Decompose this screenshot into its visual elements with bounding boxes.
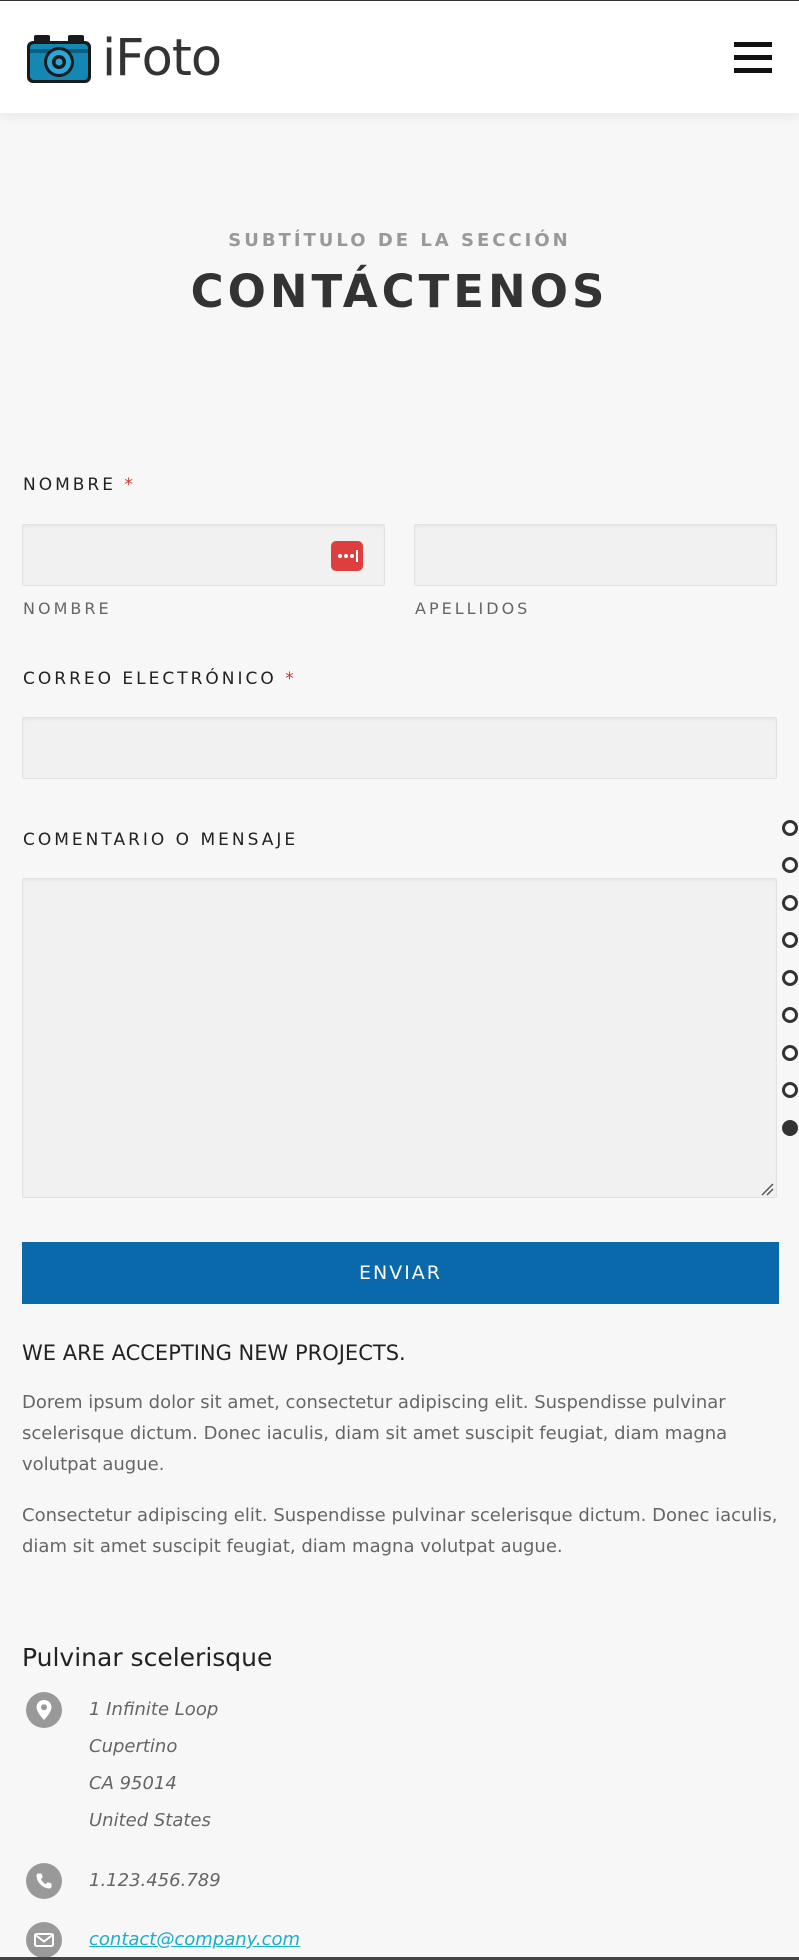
first-name-sublabel: NOMBRE [23, 599, 112, 618]
envelope-icon [26, 1922, 62, 1958]
message-textarea[interactable] [22, 878, 777, 1198]
section-title: CONTÁCTENOS [190, 265, 609, 318]
info-heading: WE ARE ACCEPTING NEW PROJECTS. [22, 1341, 406, 1365]
contact-heading: Pulvinar scelerisque [22, 1643, 273, 1672]
nav-dot[interactable] [782, 895, 798, 911]
logo[interactable]: iFoto [24, 29, 222, 88]
hamburger-menu-icon[interactable] [734, 42, 772, 74]
nav-dot[interactable] [782, 857, 798, 873]
email-label-text: CORREO ELECTRÓNICO [23, 669, 277, 689]
nav-dot[interactable] [782, 932, 798, 948]
message-label: COMENTARIO O MENSAJE [23, 830, 299, 850]
name-label-text: NOMBRE [23, 475, 116, 495]
required-mark: * [285, 669, 297, 689]
site-header: iFoto [0, 1, 799, 113]
section-subtitle: SUBTÍTULO DE LA SECCIÓN [228, 230, 571, 251]
nav-dot[interactable] [782, 820, 798, 836]
phone-icon [26, 1863, 62, 1899]
email-link[interactable]: contact@company.com [89, 1929, 300, 1950]
submit-button[interactable]: ENVIAR [22, 1242, 779, 1304]
phone-number: 1.123.456.789 [89, 1870, 221, 1891]
nav-dot-active[interactable] [782, 1120, 798, 1136]
address-line-1: 1 Infinite Loop [89, 1699, 219, 1720]
info-paragraph-2: Consectetur adipiscing elit. Suspendisse… [22, 1505, 778, 1557]
email-link-text[interactable]: contact@company.com [89, 1929, 300, 1950]
nav-dot[interactable] [782, 1045, 798, 1061]
address-line-4: United States [89, 1810, 211, 1831]
email-input[interactable] [22, 717, 777, 779]
password-manager-icon[interactable] [331, 541, 363, 571]
email-label: CORREO ELECTRÓNICO * [23, 669, 297, 689]
nav-dot[interactable] [782, 1082, 798, 1098]
last-name-input[interactable] [414, 524, 777, 586]
last-name-sublabel: APELLIDOS [415, 599, 531, 618]
resize-grip-icon[interactable] [760, 1182, 774, 1196]
info-paragraph-1: Dorem ipsum dolor sit amet, consectetur … [22, 1392, 728, 1475]
address-line-3: CA 95014 [89, 1773, 177, 1794]
address-line-2: Cupertino [89, 1736, 178, 1757]
nav-dot[interactable] [782, 970, 798, 986]
name-label: NOMBRE * [23, 475, 136, 495]
required-mark: * [124, 475, 136, 495]
logo-text: iFoto [102, 29, 222, 88]
camera-icon [27, 35, 91, 83]
nav-dot[interactable] [782, 1007, 798, 1023]
map-marker-icon [26, 1692, 62, 1728]
